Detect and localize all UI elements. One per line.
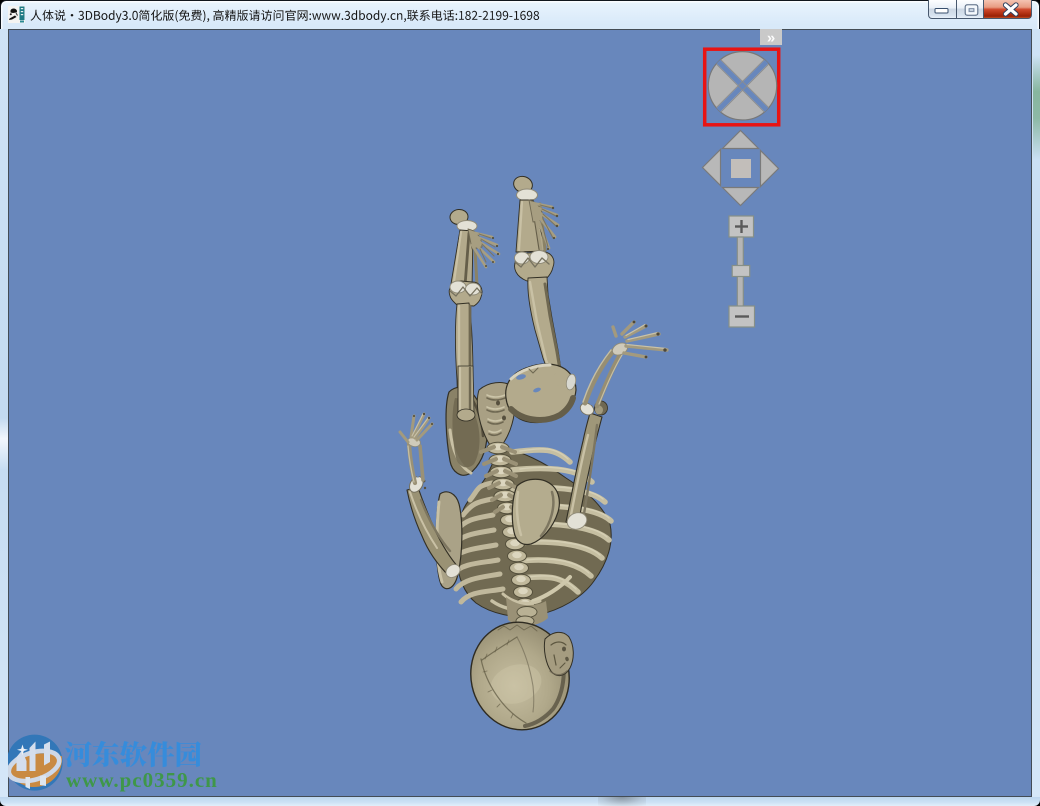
svg-text:»: » xyxy=(767,30,775,47)
